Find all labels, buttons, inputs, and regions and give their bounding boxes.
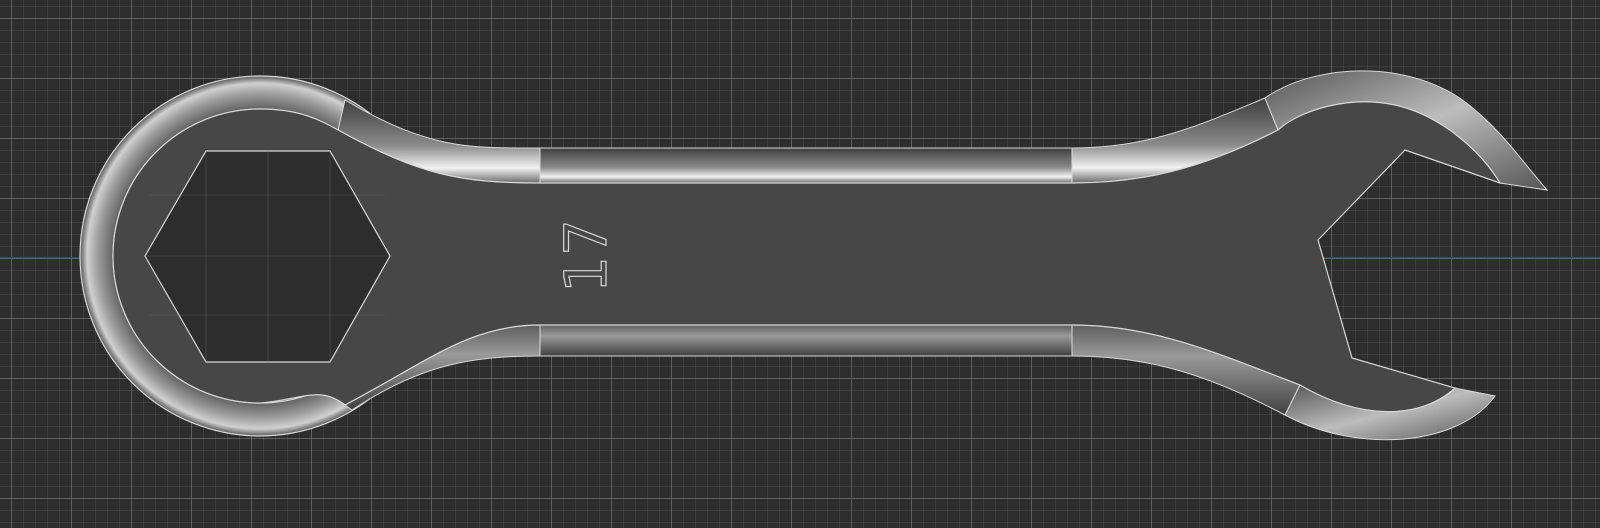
cad-viewport[interactable]: 17 bbox=[0, 0, 1600, 528]
handle-bottom-rail bbox=[539, 324, 1073, 357]
size-engraving: 17 bbox=[552, 219, 620, 293]
wrench-model[interactable]: 17 bbox=[0, 0, 1600, 528]
handle-top-rail bbox=[539, 147, 1073, 184]
